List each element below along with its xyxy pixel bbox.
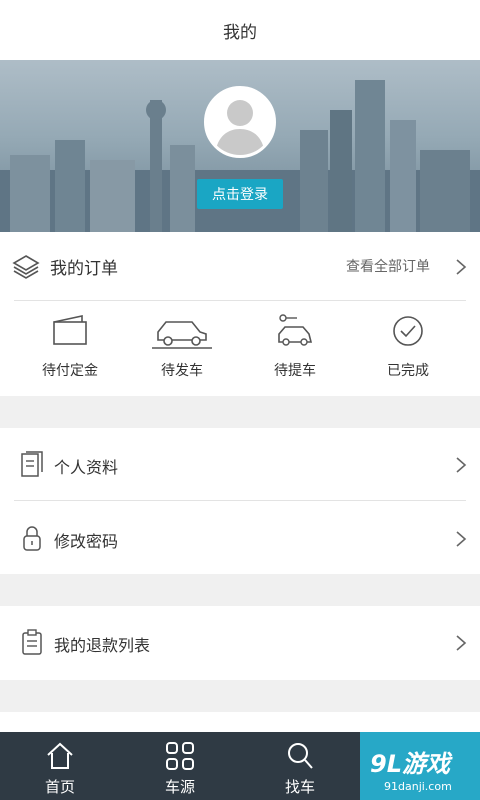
home-icon xyxy=(47,742,73,769)
tab-label: 找车 xyxy=(284,778,315,796)
status-awaiting-dispatch[interactable]: 待发车 xyxy=(122,312,242,382)
avatar[interactable] xyxy=(204,86,276,158)
car-key-icon xyxy=(278,314,313,346)
watermark-url: 91danji.com xyxy=(384,780,452,793)
menu-label: 个人资料 xyxy=(54,458,119,477)
divider xyxy=(14,500,466,501)
status-label: 待付定金 xyxy=(42,363,98,379)
menu-change-password[interactable]: 修改密码 xyxy=(0,502,480,574)
check-circle-icon xyxy=(393,316,423,346)
tab-label: 车源 xyxy=(164,778,195,796)
orders-header[interactable]: 我的订单 查看全部订单 xyxy=(0,232,480,300)
page-title: 我的 xyxy=(223,22,257,43)
document-icon xyxy=(21,451,43,477)
status-pending-deposit[interactable]: 待付定金 xyxy=(10,312,130,382)
status-label: 待提车 xyxy=(274,363,316,379)
menu-label: 我的退款列表 xyxy=(54,636,151,655)
top-bar: 我的 xyxy=(0,0,480,60)
status-label: 待发车 xyxy=(161,363,203,379)
lock-icon xyxy=(23,526,41,551)
menu-label: 修改密码 xyxy=(54,532,119,551)
chevron-right-icon xyxy=(456,531,467,547)
grid-icon xyxy=(166,742,194,770)
account-menu-card: 个人资料 修改密码 xyxy=(0,428,480,574)
profile-banner: 点击登录 xyxy=(0,60,480,232)
status-awaiting-pickup[interactable]: 待提车 xyxy=(235,312,355,382)
view-all-orders-link[interactable]: 查看全部订单 xyxy=(346,256,430,276)
tab-car-source[interactable]: 车源 xyxy=(120,732,240,800)
menu-profile-info[interactable]: 个人资料 xyxy=(0,428,480,500)
menu-refund-list[interactable]: 我的退款列表 xyxy=(0,606,480,678)
chevron-right-icon xyxy=(456,259,467,275)
orders-title: 我的订单 xyxy=(50,259,118,279)
search-icon xyxy=(288,743,313,769)
watermark-logo: 9L游戏 91danji.com xyxy=(360,732,480,800)
tab-label: 首页 xyxy=(44,778,75,796)
next-menu-card xyxy=(0,712,480,732)
wallet-icon xyxy=(53,315,87,345)
car-icon xyxy=(152,321,212,349)
clipboard-icon xyxy=(22,629,42,655)
orders-card: 我的订单 查看全部订单 待付定金 待发车 待提车 已完成 xyxy=(0,232,480,396)
status-completed[interactable]: 已完成 xyxy=(348,312,468,382)
chevron-right-icon xyxy=(456,635,467,651)
divider xyxy=(14,300,466,301)
layers-icon xyxy=(12,255,40,279)
watermark-brand: 9L游戏 xyxy=(370,750,450,778)
refund-menu-card: 我的退款列表 xyxy=(0,606,480,680)
status-label: 已完成 xyxy=(387,363,429,379)
tab-home[interactable]: 首页 xyxy=(0,732,120,800)
tab-find-car[interactable]: 找车 xyxy=(240,732,360,800)
chevron-right-icon xyxy=(456,457,467,473)
login-button[interactable]: 点击登录 xyxy=(197,179,283,209)
user-silhouette-icon xyxy=(215,100,265,155)
